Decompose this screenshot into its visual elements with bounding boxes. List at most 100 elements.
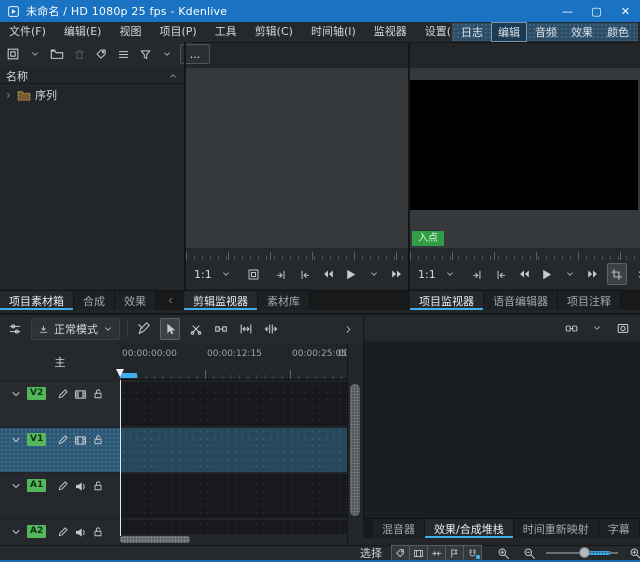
track-effects-button[interactable] xyxy=(57,387,69,401)
mute-track-button[interactable] xyxy=(74,479,87,493)
close-button[interactable]: ✕ xyxy=(611,0,640,22)
clip-zoom-dropdown[interactable] xyxy=(217,264,235,284)
timeline-settings-button[interactable] xyxy=(6,319,24,339)
lock-track-button[interactable] xyxy=(92,433,104,447)
track-badge[interactable]: A1 xyxy=(27,479,47,492)
clip-forward-button[interactable] xyxy=(388,264,406,284)
track-header-v1[interactable]: V1 xyxy=(0,428,120,472)
lock-track-button[interactable] xyxy=(92,525,104,539)
filter-dropdown[interactable] xyxy=(158,44,176,64)
edit-mode-dropdown[interactable]: 正常模式 xyxy=(31,318,120,340)
timeline-horizontal-scrollbar[interactable] xyxy=(120,536,190,543)
track-lane-v1[interactable] xyxy=(120,428,347,472)
tab-effect-stack[interactable]: 效果/合成堆栈 xyxy=(425,519,514,538)
show-audio-thumbnails-toggle[interactable] xyxy=(427,545,445,561)
proj-forward-button[interactable] xyxy=(584,264,602,284)
zoom-slider-handle[interactable] xyxy=(579,547,590,558)
proj-rewind-button[interactable] xyxy=(515,264,533,284)
proj-play-dropdown[interactable] xyxy=(561,264,579,284)
tab-project-monitor[interactable]: 项目监视器 xyxy=(410,291,484,310)
track-effects-button[interactable] xyxy=(57,525,69,539)
proj-zoom-dropdown[interactable] xyxy=(441,264,459,284)
proj-set-out-button[interactable] xyxy=(492,264,510,284)
hide-track-button[interactable] xyxy=(74,387,87,401)
clip-rewind-button[interactable] xyxy=(319,264,337,284)
mute-track-button[interactable] xyxy=(74,525,87,539)
clip-zone-button[interactable] xyxy=(245,264,263,284)
save-effect-stack-button[interactable] xyxy=(614,318,632,338)
mix-clips-button[interactable] xyxy=(135,319,153,339)
tab-library[interactable]: 素材库 xyxy=(258,291,310,310)
menu-view[interactable]: 视图 xyxy=(110,22,150,42)
show-video-thumbnails-toggle[interactable] xyxy=(409,545,427,561)
menu-file[interactable]: 文件(F) xyxy=(0,22,55,42)
timeline-vertical-scrollbar-thumb[interactable] xyxy=(350,384,360,516)
bin-name-column-header[interactable]: 名称 xyxy=(0,68,184,84)
timeline-ruler[interactable]: 00:00:00:00 00:00:12:15 00:00:25:05 00: xyxy=(120,343,352,380)
menu-monitor[interactable]: 监视器 xyxy=(365,22,416,42)
tab-time-remap[interactable]: 时间重新映射 xyxy=(513,519,599,538)
lock-track-button[interactable] xyxy=(92,387,104,401)
menu-tools[interactable]: 工具 xyxy=(206,22,246,42)
selection-tool-button[interactable] xyxy=(160,318,180,340)
collapse-track-button[interactable] xyxy=(10,525,22,539)
timeline-zoom-slider[interactable] xyxy=(546,547,618,558)
track-badge[interactable]: A2 xyxy=(27,525,47,538)
spacer-tool-button[interactable] xyxy=(212,319,230,339)
tags-button[interactable] xyxy=(92,44,110,64)
proj-set-in-button[interactable] xyxy=(469,264,487,284)
track-effects-button[interactable] xyxy=(57,433,69,447)
track-header-a2[interactable]: A2 xyxy=(0,520,120,545)
bin-item-sequence[interactable]: 序列 xyxy=(0,86,184,104)
tab-clip-monitor[interactable]: 剪辑监视器 xyxy=(184,291,258,310)
track-header-v2[interactable]: V2 xyxy=(0,382,120,426)
layout-tab-logging[interactable]: 日志 xyxy=(455,23,489,41)
tab-speech-editor[interactable]: 语音编辑器 xyxy=(484,291,558,310)
snap-toggle[interactable] xyxy=(463,545,482,561)
tab-mixer[interactable]: 混音器 xyxy=(373,519,425,538)
compare-effect-button[interactable] xyxy=(562,318,580,338)
master-track-button[interactable]: 主 xyxy=(0,343,120,380)
show-tags-toggle[interactable] xyxy=(391,545,409,561)
track-badge[interactable]: V1 xyxy=(27,433,47,446)
filter-button[interactable] xyxy=(136,44,154,64)
tab-project-notes[interactable]: 项目注释 xyxy=(558,291,621,310)
razor-tool-button[interactable] xyxy=(187,319,205,339)
layout-tab-color[interactable]: 颜色 xyxy=(601,23,635,41)
proj-play-button[interactable] xyxy=(538,264,556,284)
clip-play-dropdown[interactable] xyxy=(365,264,383,284)
track-effects-button[interactable] xyxy=(57,479,69,493)
clip-set-out-button[interactable] xyxy=(296,264,314,284)
proj-zone-crop-button[interactable] xyxy=(606,263,627,285)
playhead-line[interactable] xyxy=(120,380,121,536)
menu-timeline[interactable]: 时间轴(I) xyxy=(302,22,365,42)
tab-compositions[interactable]: 合成 xyxy=(74,291,115,310)
clip-play-button[interactable] xyxy=(342,264,360,284)
layout-tab-effects[interactable]: 效果 xyxy=(565,23,599,41)
maximize-button[interactable]: ▢ xyxy=(582,0,611,22)
effect-stack-dropdown[interactable] xyxy=(588,318,606,338)
add-clip-dropdown[interactable] xyxy=(26,44,44,64)
timeline-toolbar-overflow[interactable] xyxy=(339,319,357,339)
collapse-track-button[interactable] xyxy=(10,433,22,447)
track-header-a1[interactable]: A1 xyxy=(0,474,120,518)
track-lane-a1[interactable] xyxy=(120,474,347,518)
clip-set-in-button[interactable] xyxy=(273,264,291,284)
layout-tab-editing[interactable]: 编辑 xyxy=(491,22,527,42)
project-monitor-ruler[interactable] xyxy=(410,248,640,260)
clip-monitor-ruler[interactable] xyxy=(186,248,408,260)
show-markers-toggle[interactable] xyxy=(445,545,463,561)
track-lane-v2[interactable] xyxy=(120,382,347,426)
collapse-track-button[interactable] xyxy=(10,387,22,401)
slip-tool-button[interactable] xyxy=(262,319,280,339)
create-folder-button[interactable] xyxy=(48,44,66,64)
tab-project-bin[interactable]: 项目素材箱 xyxy=(0,291,74,310)
add-clip-button[interactable] xyxy=(4,44,22,64)
track-badge[interactable]: V2 xyxy=(27,387,47,400)
fit-zoom-button[interactable] xyxy=(237,319,255,339)
track-lane-a2[interactable] xyxy=(120,520,347,534)
hide-track-button[interactable] xyxy=(74,433,87,447)
collapse-track-button[interactable] xyxy=(10,479,22,493)
menu-clip[interactable]: 剪辑(C) xyxy=(246,22,302,42)
tab-subtitles[interactable]: 字幕 xyxy=(598,519,640,538)
